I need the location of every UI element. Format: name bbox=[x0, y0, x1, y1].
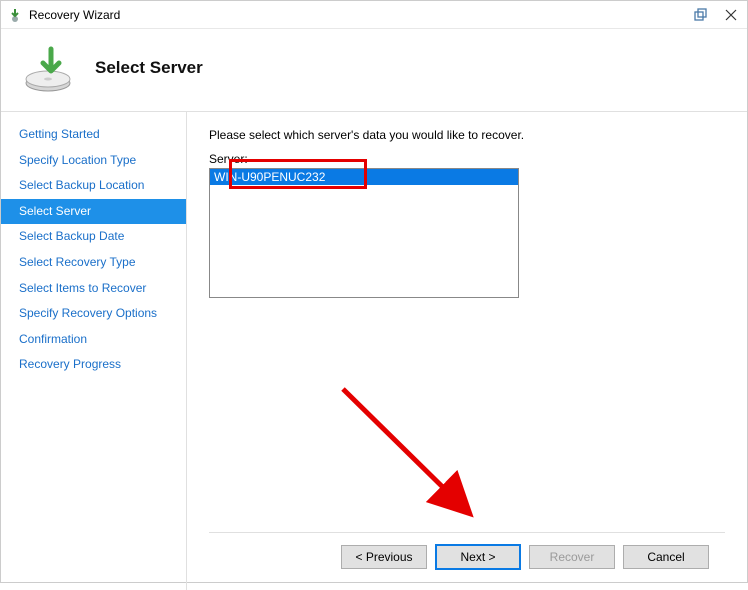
app-icon bbox=[7, 7, 23, 23]
wizard-steps: Getting Started Specify Location Type Se… bbox=[1, 112, 187, 590]
step-select-server[interactable]: Select Server bbox=[1, 199, 186, 225]
step-select-recovery-type[interactable]: Select Recovery Type bbox=[1, 250, 186, 276]
page-title: Select Server bbox=[95, 58, 203, 78]
next-button[interactable]: Next > bbox=[435, 544, 521, 570]
step-select-backup-date[interactable]: Select Backup Date bbox=[1, 224, 186, 250]
restore-icon[interactable] bbox=[691, 5, 711, 25]
step-select-items-to-recover[interactable]: Select Items to Recover bbox=[1, 276, 186, 302]
wizard-footer: < Previous Next > Recover Cancel bbox=[209, 532, 725, 580]
step-getting-started[interactable]: Getting Started bbox=[1, 122, 186, 148]
step-specify-recovery-options[interactable]: Specify Recovery Options bbox=[1, 301, 186, 327]
server-listbox[interactable]: WIN-U90PENUC232 bbox=[209, 168, 519, 298]
main-panel: Please select which server's data you wo… bbox=[187, 112, 747, 590]
server-list-item[interactable]: WIN-U90PENUC232 bbox=[210, 169, 518, 185]
cancel-button[interactable]: Cancel bbox=[623, 545, 709, 569]
instruction-text: Please select which server's data you wo… bbox=[209, 128, 725, 142]
step-select-backup-location[interactable]: Select Backup Location bbox=[1, 173, 186, 199]
titlebar: Recovery Wizard bbox=[1, 1, 747, 29]
step-confirmation[interactable]: Confirmation bbox=[1, 327, 186, 353]
server-field-label: Server: bbox=[209, 152, 725, 166]
recover-button: Recover bbox=[529, 545, 615, 569]
previous-button[interactable]: < Previous bbox=[341, 545, 427, 569]
step-specify-location-type[interactable]: Specify Location Type bbox=[1, 148, 186, 174]
step-recovery-progress[interactable]: Recovery Progress bbox=[1, 352, 186, 378]
content-area: Getting Started Specify Location Type Se… bbox=[1, 112, 747, 590]
disc-icon bbox=[21, 43, 75, 93]
close-icon[interactable] bbox=[721, 5, 741, 25]
wizard-header: Select Server bbox=[1, 29, 747, 111]
window-title: Recovery Wizard bbox=[29, 8, 681, 22]
